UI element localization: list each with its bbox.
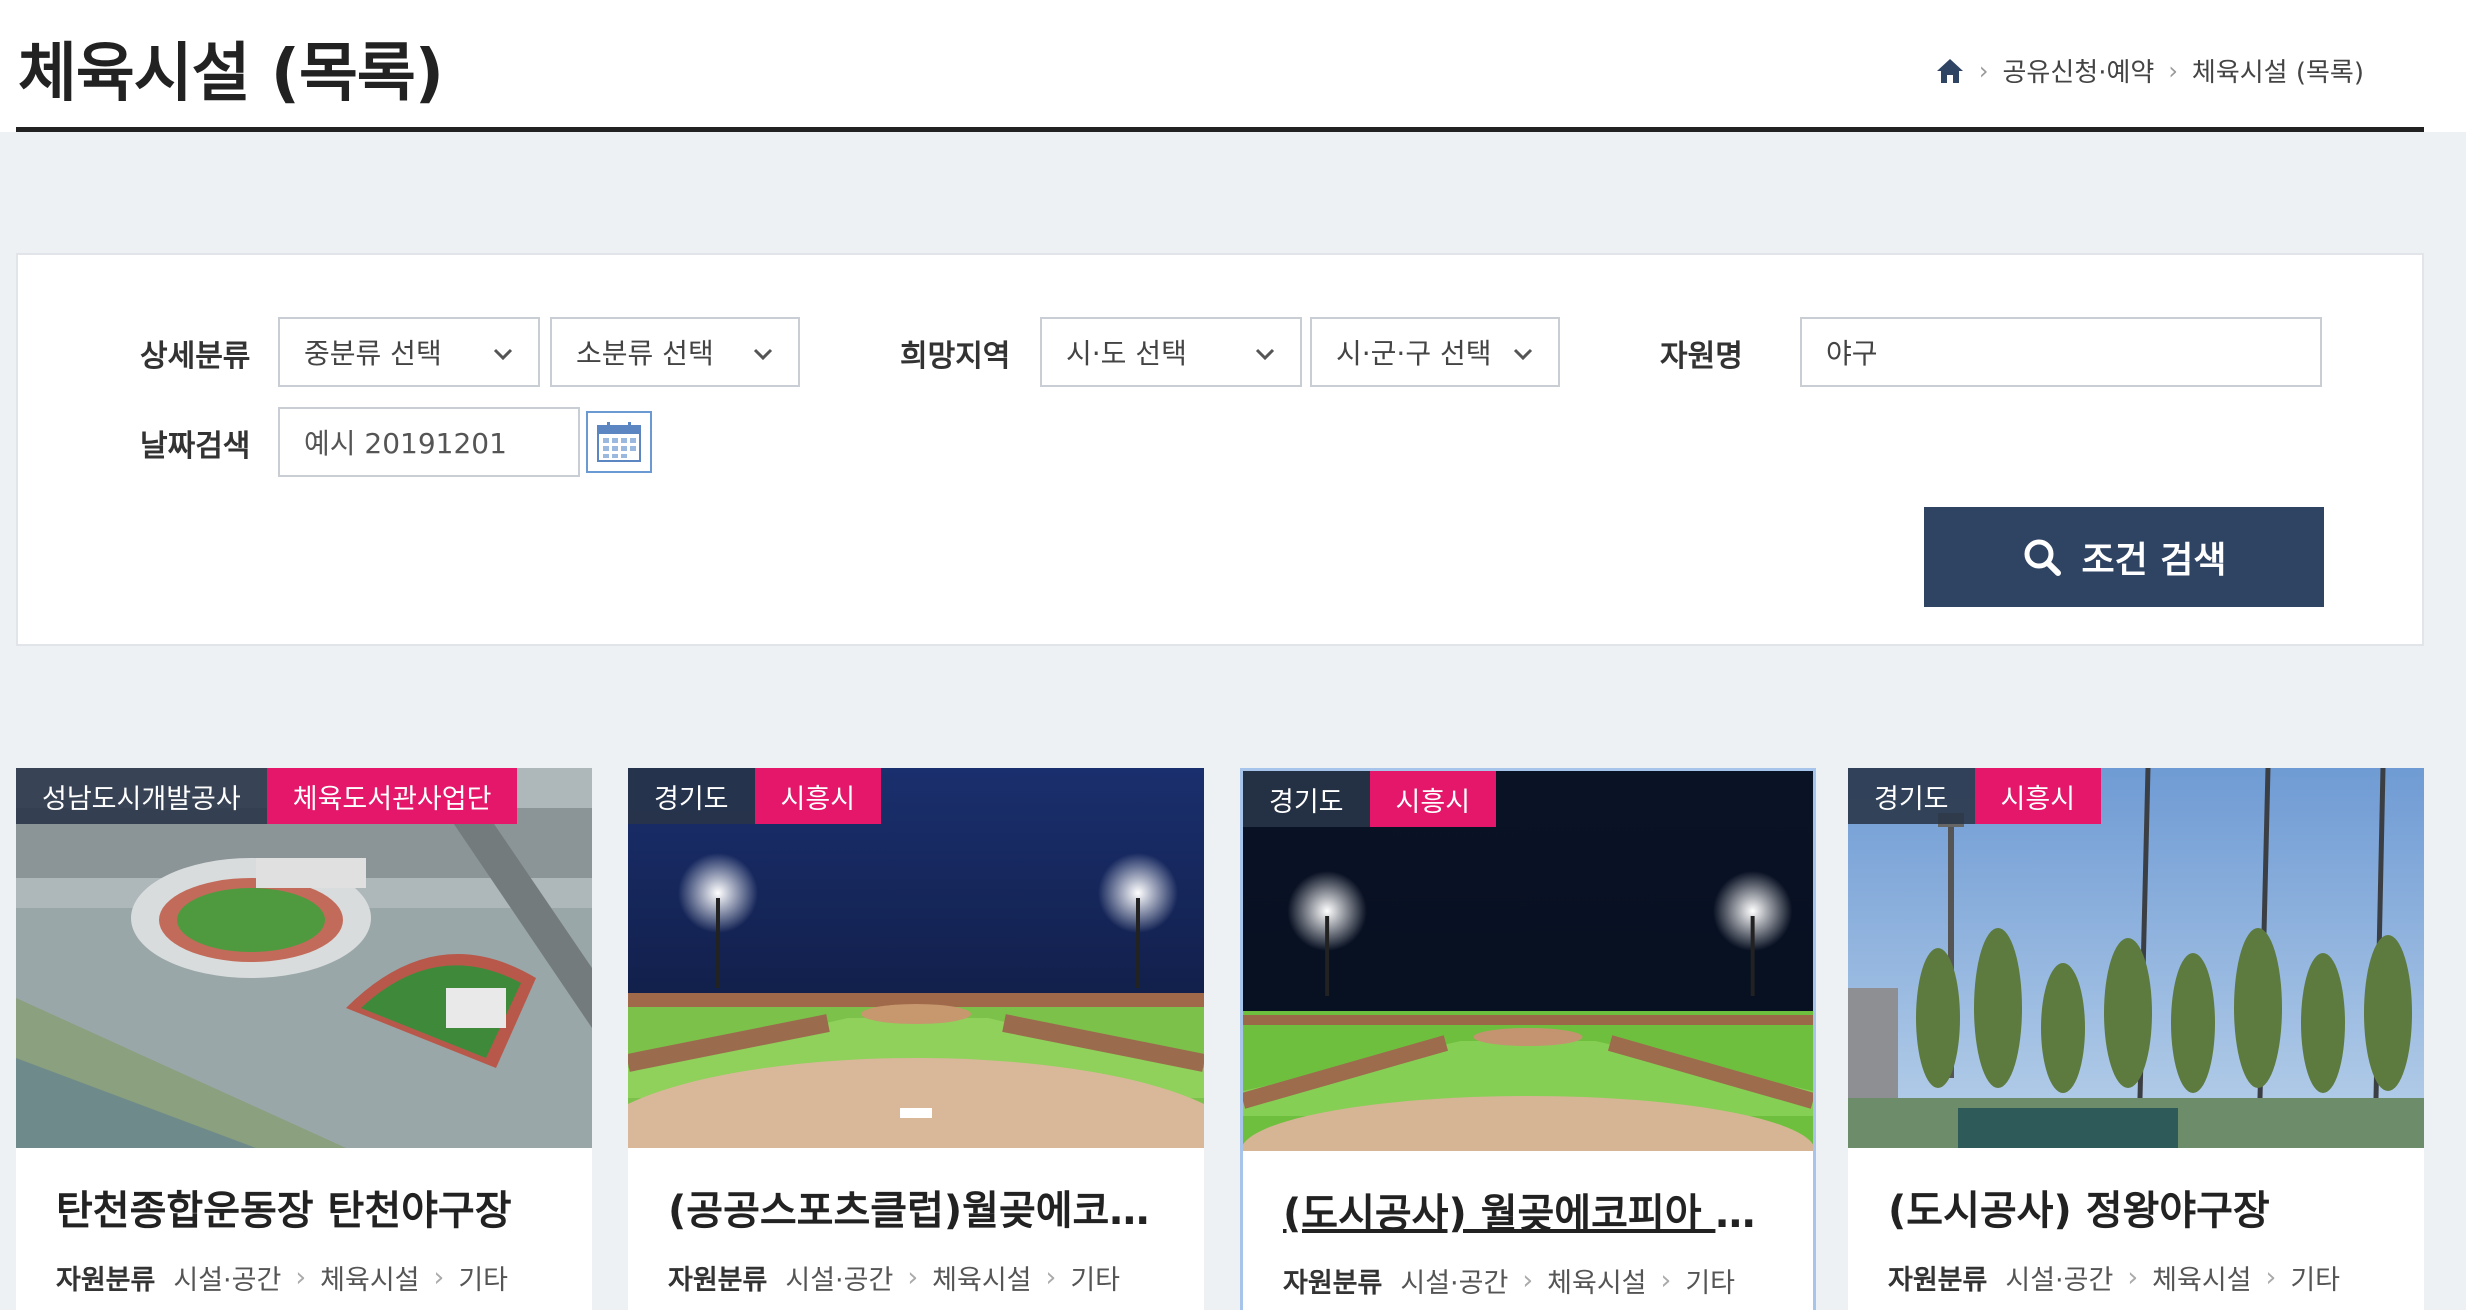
search-button[interactable]: 조건 검색 <box>1924 507 2324 607</box>
page-header: 체육시설 (목록) › 공유신청·예약 › 체육시설 (목록) <box>0 0 2466 132</box>
chevron-down-icon <box>493 348 513 361</box>
district-value: 시·군·구 선택 <box>1336 337 1492 370</box>
facility-title[interactable]: (도시공사) 월곶에코피아 야… <box>1283 1181 1783 1239</box>
facility-photo <box>16 768 592 1148</box>
category-path-item: 기타 <box>458 1265 509 1296</box>
region-tag: 시흥시 <box>1369 771 1497 827</box>
facility-photo <box>1848 768 2424 1148</box>
calendar-icon <box>597 422 641 462</box>
breadcrumb: › 공유신청·예약 › 체육시설 (목록) <box>1935 52 2364 89</box>
chevron-right-icon: › <box>907 1262 919 1293</box>
page-title: 체육시설 (목록) <box>18 37 444 111</box>
resource-name-input[interactable]: 야구 <box>1800 317 2322 387</box>
category-path-item: 체육시설 <box>320 1265 420 1296</box>
facility-title[interactable]: (공공스포츠클럽)월곶에코… <box>668 1178 1168 1236</box>
card-tags: 경기도 시흥시 <box>628 768 882 824</box>
province-select[interactable]: 시·도 선택 <box>1040 317 1302 387</box>
card-tags: 경기도 시흥시 <box>1848 768 2102 824</box>
category-path-item: 시설·공간 <box>1400 1268 1509 1299</box>
card-tags: 경기도 시흥시 <box>1243 771 1497 827</box>
chevron-right-icon: › <box>1660 1265 1672 1296</box>
org-tag: 경기도 <box>1848 768 1975 824</box>
chevron-right-icon: › <box>1045 1262 1057 1293</box>
meta-label: 자원분류 <box>1888 1265 1988 1296</box>
category-path-item: 체육시설 <box>932 1265 1032 1296</box>
card-tags: 성남도시개발공사 체육도서관사업단 <box>16 768 518 824</box>
search-button-label: 조건 검색 <box>2081 540 2227 581</box>
org-tag: 경기도 <box>628 768 755 824</box>
resource-category: 자원분류 시설·공간 › 체육시설 › 기타 <box>1888 1258 2340 1297</box>
resource-category: 자원분류 시설·공간 › 체육시설 › 기타 <box>1283 1261 1735 1300</box>
sub-category-value: 소분류 선택 <box>576 337 714 370</box>
resource-category: 자원분류 시설·공간 › 체육시설 › 기타 <box>56 1258 508 1297</box>
district-select[interactable]: 시·군·구 선택 <box>1310 317 1560 387</box>
region-tag: 체육도서관사업단 <box>266 768 518 824</box>
facility-title[interactable]: (도시공사) 정왕야구장 <box>1888 1178 2388 1236</box>
org-tag: 경기도 <box>1243 771 1370 827</box>
facility-card[interactable]: 성남도시개발공사 체육도서관사업단 탄천종합운동장 탄천야구장 자원분류 시설·… <box>16 768 592 1310</box>
region-tag: 시흥시 <box>1974 768 2102 824</box>
date-placeholder: 예시 20191201 <box>304 427 507 460</box>
search-panel: 상세분류 중분류 선택 소분류 선택 희망지역 시·도 선택 시·군·구 선택 … <box>16 253 2424 646</box>
search-icon <box>2024 539 2062 576</box>
resource-name-value: 야구 <box>1826 337 1878 370</box>
resource-category: 자원분류 시설·공간 › 체육시설 › 기타 <box>668 1258 1120 1297</box>
chevron-down-icon <box>753 348 773 361</box>
region-label: 희망지역 <box>900 339 1011 374</box>
calendar-button[interactable] <box>586 411 652 473</box>
facility-photo <box>628 768 1204 1148</box>
category-path-item: 체육시설 <box>2152 1265 2252 1296</box>
facility-card[interactable]: 경기도 시흥시 (도시공사) 월곶에코피아 야… 자원분류 시설·공간 › 체육… <box>1240 768 1816 1310</box>
breadcrumb-chevron-icon: › <box>2168 56 2178 85</box>
chevron-right-icon: › <box>2127 1262 2139 1293</box>
facility-card[interactable]: 경기도 시흥시 (도시공사) 정왕야구장 자원분류 시설·공간 › 체육시설 ›… <box>1848 768 2424 1310</box>
date-search-label: 날짜검색 <box>140 429 251 464</box>
chevron-right-icon: › <box>1522 1265 1534 1296</box>
home-icon[interactable] <box>1935 57 1965 85</box>
category-path-item: 기타 <box>1685 1268 1736 1299</box>
breadcrumb-chevron-icon: › <box>1978 56 1989 85</box>
province-value: 시·도 선택 <box>1066 337 1187 370</box>
category-path-item: 시설·공간 <box>173 1265 282 1296</box>
category-path-item: 체육시설 <box>1547 1268 1647 1299</box>
date-input[interactable]: 예시 20191201 <box>278 407 580 477</box>
facility-photo <box>1243 771 1813 1151</box>
sub-category-select[interactable]: 소분류 선택 <box>550 317 800 387</box>
resource-name-label: 자원명 <box>1660 339 1743 374</box>
meta-label: 자원분류 <box>1283 1268 1383 1299</box>
facility-title[interactable]: 탄천종합운동장 탄천야구장 <box>56 1178 556 1236</box>
chevron-right-icon: › <box>2265 1262 2277 1293</box>
mid-category-value: 중분류 선택 <box>304 337 442 370</box>
chevron-down-icon <box>1513 348 1533 361</box>
category-path-item: 기타 <box>2290 1265 2341 1296</box>
chevron-right-icon: › <box>295 1262 307 1293</box>
category-path-item: 시설·공간 <box>2005 1265 2114 1296</box>
breadcrumb-item-current[interactable]: 체육시설 (목록) <box>2192 52 2364 89</box>
breadcrumb-item[interactable]: 공유신청·예약 <box>2003 52 2155 89</box>
facility-card[interactable]: 경기도 시흥시 (공공스포츠클럽)월곶에코… 자원분류 시설·공간 › 체육시설… <box>628 768 1204 1310</box>
detail-category-label: 상세분류 <box>140 339 251 374</box>
chevron-right-icon: › <box>433 1262 445 1293</box>
category-path-item: 시설·공간 <box>785 1265 894 1296</box>
chevron-down-icon <box>1255 348 1275 361</box>
meta-label: 자원분류 <box>56 1265 156 1296</box>
region-tag: 시흥시 <box>754 768 882 824</box>
mid-category-select[interactable]: 중분류 선택 <box>278 317 540 387</box>
header-bar: 체육시설 (목록) › 공유신청·예약 › 체육시설 (목록) <box>16 0 2424 132</box>
meta-label: 자원분류 <box>668 1265 768 1296</box>
org-tag: 성남도시개발공사 <box>16 768 267 824</box>
category-path-item: 기타 <box>1070 1265 1121 1296</box>
